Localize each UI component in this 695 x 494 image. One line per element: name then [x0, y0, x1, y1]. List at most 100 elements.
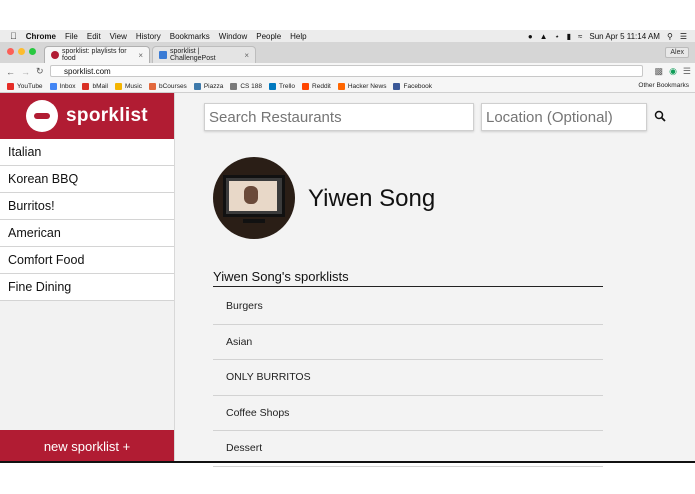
menu-people[interactable]: People [256, 32, 281, 41]
bookmark-hacker-news[interactable]: Hacker News [337, 82, 387, 90]
challengepost-favicon-icon [159, 51, 167, 59]
maximize-window-button[interactable] [29, 48, 36, 55]
drive-icon[interactable]: ▲ [540, 32, 548, 41]
bookmark-label: Hacker News [347, 82, 387, 90]
tab-label: sporklist | ChallengePost [170, 48, 216, 62]
category-item[interactable]: American [0, 220, 174, 247]
bookmark-inbox[interactable]: Inbox [49, 82, 76, 90]
bookmark-label: CS 188 [240, 82, 263, 90]
bookmark-favicon-icon [115, 82, 122, 90]
apple-icon[interactable]:  [10, 31, 17, 41]
brand-name: sporklist [66, 105, 148, 126]
menu-app-name[interactable]: Chrome [26, 32, 56, 41]
bookmark-facebook[interactable]: Facebook [393, 82, 433, 90]
toolbar: ← → ↻ sporklist.com ▩ ◉ ☰ [0, 63, 695, 80]
location-input[interactable] [481, 103, 647, 131]
bookmark-favicon-icon [393, 82, 401, 90]
sporklist-favicon-icon [51, 51, 59, 59]
other-bookmarks[interactable]: Other Bookmarks [638, 82, 689, 89]
tab-sporklist[interactable]: sporklist: playlists for food × [44, 46, 150, 63]
bookmark-label: Inbox [59, 82, 76, 90]
bluetooth-icon[interactable]: ⋆ [555, 32, 560, 41]
forward-icon[interactable]: → [21, 67, 30, 77]
menu-window[interactable]: Window [219, 32, 247, 41]
menu-file[interactable]: File [65, 32, 78, 41]
bookmark-label: bCourses [158, 82, 187, 90]
bookmark-reddit[interactable]: Reddit [302, 82, 331, 90]
reload-icon[interactable]: ↻ [36, 66, 44, 77]
bookmark-bcourses[interactable]: bCourses [148, 82, 187, 90]
clock[interactable]: Sun Apr 5 11:14 AM [589, 32, 660, 41]
menu-history[interactable]: History [136, 32, 161, 41]
extension-icon[interactable]: ▩ [655, 66, 664, 77]
sporklist-list: Burgers Asian ONLY BURRITOS Coffee Shops Des… [213, 289, 603, 467]
search-input[interactable] [204, 103, 474, 131]
wifi-icon[interactable]: ≈ [578, 32, 582, 41]
bookmark-label: Reddit [312, 82, 331, 90]
search-icon[interactable] [654, 110, 666, 122]
minimize-window-button[interactable] [18, 48, 25, 55]
menu-view[interactable]: View [110, 32, 127, 41]
sporklist-item[interactable]: Coffee Shops [213, 396, 603, 431]
url-text: sporklist.com [64, 66, 111, 76]
tab-challengepost[interactable]: sporklist | ChallengePost × [152, 46, 256, 63]
bookmark-favicon-icon [82, 82, 90, 90]
spork-logo-icon [26, 100, 59, 132]
bookmark-label: Facebook [403, 82, 433, 90]
category-item[interactable]: Italian [0, 139, 174, 166]
close-window-button[interactable] [7, 48, 14, 55]
spotlight-icon[interactable]: ⚲ [667, 32, 673, 41]
back-icon[interactable]: ← [6, 67, 15, 77]
notification-center-icon[interactable]: ☰ [680, 32, 687, 41]
tab-label: sporklist: playlists for food [62, 48, 127, 62]
hangouts-icon[interactable]: ◉ [669, 66, 677, 77]
bottom-edge [0, 461, 695, 463]
bookmark-youtube[interactable]: YouTube [7, 82, 43, 90]
profile-button[interactable]: Alex [665, 47, 689, 58]
sporklist-item[interactable]: Asian [213, 325, 603, 360]
bookmark-piazza[interactable]: Piazza [193, 82, 223, 90]
bookmark-favicon-icon [49, 82, 57, 90]
page: sporklist Italian Korean BBQ Burritos! Amer… [0, 93, 695, 467]
bookmark-favicon-icon [269, 82, 277, 90]
bookmark-label: YouTube [17, 82, 43, 90]
new-sporklist-button[interactable]: new sporklist + [0, 430, 174, 463]
sporklist-item[interactable]: Burgers [213, 289, 603, 325]
bookmark-music[interactable]: Music [115, 82, 142, 90]
sidebar: sporklist Italian Korean BBQ Burritos! Amer… [0, 93, 175, 463]
bookmark-cs-188[interactable]: CS 188 [230, 82, 263, 90]
sporklist-item[interactable]: ONLY BURRITOS [213, 360, 603, 396]
bookmark-trello[interactable]: Trello [269, 82, 296, 90]
close-tab-icon[interactable]: × [244, 51, 249, 60]
close-tab-icon[interactable]: × [138, 51, 143, 60]
bookmark-label: Music [125, 82, 142, 90]
tab-strip: sporklist: playlists for food × sporklis… [0, 42, 695, 64]
category-item[interactable]: Korean BBQ [0, 166, 174, 193]
brand-header[interactable]: sporklist [0, 93, 174, 139]
bookmark-favicon-icon [148, 82, 156, 90]
menu-bookmarks[interactable]: Bookmarks [170, 32, 210, 41]
bookmark-label: Trello [279, 82, 296, 90]
address-bar[interactable]: sporklist.com [50, 65, 643, 77]
bookmark-favicon-icon [230, 82, 238, 90]
mac-menu-bar:  Chrome File Edit View History Bookmark… [0, 30, 695, 42]
bookmark-label: bMail [92, 82, 108, 90]
sporklists-heading: Yiwen Song's sporklists [213, 269, 603, 287]
notification-icon[interactable]: ● [528, 32, 533, 41]
avatar [213, 157, 295, 239]
bookmark-favicon-icon [337, 82, 345, 90]
bookmark-favicon-icon [193, 82, 201, 90]
category-item[interactable]: Burritos! [0, 193, 174, 220]
bookmarks-bar: YouTube Inbox bMail Music bCourses Piazza CS 1… [0, 80, 695, 93]
category-item[interactable]: Comfort Food [0, 247, 174, 274]
profile-name: Yiwen Song [308, 185, 436, 212]
bookmark-favicon-icon [302, 82, 310, 90]
category-item[interactable]: Fine Dining [0, 274, 174, 301]
window-controls [7, 48, 36, 55]
bookmark-bmail[interactable]: bMail [82, 82, 108, 90]
menu-icon[interactable]: ☰ [683, 66, 691, 77]
battery-icon[interactable]: ▮ [567, 32, 571, 41]
menu-help[interactable]: Help [290, 32, 306, 41]
bookmark-favicon-icon [7, 82, 14, 90]
menu-edit[interactable]: Edit [87, 32, 101, 41]
